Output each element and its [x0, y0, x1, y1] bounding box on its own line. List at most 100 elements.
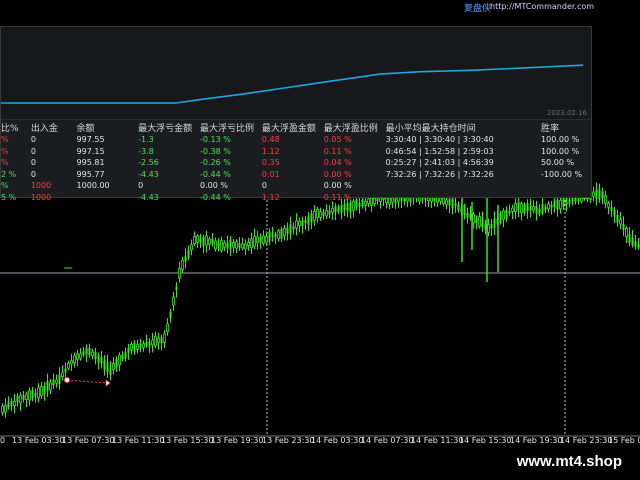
- stats-header-5: 最大浮盈金额: [261, 124, 316, 134]
- candle-body: [7, 402, 10, 408]
- stats-cell: 0.01: [261, 169, 280, 179]
- stats-cell: -0.44 %: [200, 169, 231, 179]
- candle-body: [118, 354, 121, 366]
- candle-body: [454, 203, 457, 207]
- candle-body: [307, 216, 310, 225]
- trade-entry-marker: [64, 377, 70, 383]
- trade-exit-marker: [105, 379, 111, 387]
- stats-cell: 0: [138, 181, 144, 191]
- stats-cell: 0.00 %: [200, 181, 228, 191]
- candle-body: [463, 205, 466, 215]
- stats-cell: -0.44 %: [200, 192, 231, 202]
- watermark: www.mt4.shop: [508, 451, 630, 472]
- equity-curve-chart: 2023.02.16: [1, 27, 591, 120]
- candle-body: [247, 241, 250, 246]
- stats-row: 5 % 1000 -4.43 -0.44 % 1.12 0.11 %: [1, 192, 591, 204]
- stats-cell: 2 %: [1, 169, 17, 179]
- candle-body: [178, 268, 181, 279]
- candle-body: [217, 242, 220, 247]
- time-axis-label: 13 Feb 23:30: [262, 436, 315, 445]
- mtcommander-link[interactable]: http://MTCommander.com: [490, 2, 594, 11]
- candle-body: [529, 205, 532, 210]
- candle-body: [190, 244, 193, 251]
- candle-body: [502, 210, 505, 220]
- candle-body: [97, 355, 100, 363]
- candle-body: [310, 213, 313, 223]
- stats-cell: 0.00 %: [323, 169, 352, 179]
- candle-body: [616, 214, 619, 223]
- candle-body: [136, 344, 139, 350]
- candle-body: [358, 202, 361, 207]
- time-axis-label: 14 Feb 19:30: [510, 436, 563, 445]
- candle-body: [292, 226, 295, 230]
- stats-header-row: 比% 出入金 余额 最大浮亏金额 最大浮亏比例 最大浮盈金额 最大浮盈比例 最小平均最大持仓时…: [1, 121, 591, 134]
- stats-cell: 100.00 %: [541, 135, 580, 145]
- stats-cell: 0:25:27 | 2:41:03 | 4:56:39: [385, 158, 494, 168]
- stats-cell: 0.48: [261, 135, 280, 145]
- candle-body: [193, 236, 196, 244]
- stats-cell: -0.38 %: [200, 146, 231, 156]
- time-axis-label: 0: [0, 436, 6, 445]
- candle-body: [595, 189, 598, 200]
- candle-body: [328, 210, 331, 215]
- stats-table: 比% 出入金 余额 最大浮亏金额 最大浮亏比例 最大浮盈金额 最大浮盈比例 最小平均最大持仓时…: [1, 121, 591, 203]
- candle-body: [127, 347, 130, 353]
- stats-header-1: 出入金: [30, 124, 58, 134]
- time-axis-label: 13 Feb 11:30: [112, 436, 165, 445]
- candle-body: [13, 400, 16, 406]
- candle-body: [256, 236, 259, 244]
- candle-body: [280, 228, 283, 239]
- equity-date-label: 2023.02.16: [546, 109, 587, 117]
- candle-body: [319, 211, 322, 218]
- stats-row: % 0 995.81 -2.56 -0.26 % 0.35 0.04 % 0:25:27 | …: [1, 157, 591, 169]
- candle-body: [235, 241, 238, 249]
- backtest-report-panel: 2023.02.16 比% 出入金 余额 最大浮亏金额 最大浮亏比例 最大浮盈金额 最大浮盈…: [0, 26, 592, 202]
- candle-body: [61, 372, 64, 378]
- stats-cell: 0: [30, 169, 36, 179]
- stats-cell: [386, 180, 535, 192]
- candle-body: [262, 235, 265, 244]
- stats-cell: 0: [261, 181, 267, 191]
- candle-body: [130, 343, 133, 351]
- candle-body: [622, 223, 625, 231]
- candle-body: [229, 240, 232, 250]
- candle-body: [523, 204, 526, 213]
- stats-cell: 997.15: [76, 146, 105, 156]
- stats-cell: -0.26 %: [200, 158, 231, 168]
- candle-body: [73, 355, 76, 363]
- candle-body: [631, 237, 634, 246]
- stats-row: 2 % 0 995.77 -4.43 -0.44 % 0.01 0.00 % 7:32:26 …: [1, 169, 591, 181]
- candle-body: [238, 243, 241, 248]
- candle-body: [121, 355, 124, 360]
- candle-body: [1, 405, 4, 413]
- candle-body: [154, 335, 157, 347]
- stats-cell: -4.43: [138, 192, 159, 202]
- candle-body: [550, 204, 553, 208]
- candle-body: [124, 352, 127, 359]
- candle-body: [532, 206, 535, 211]
- time-axis-label: 14 Feb 07:30: [361, 436, 414, 445]
- stats-cell: 5 %: [1, 192, 17, 202]
- candle-body: [187, 250, 190, 258]
- candle-body: [196, 235, 199, 243]
- candle-body: [226, 242, 229, 249]
- candle-body: [322, 211, 325, 216]
- candle-body: [610, 207, 613, 211]
- candle-body: [115, 358, 118, 368]
- candle-body: [139, 343, 142, 347]
- candle-body: [214, 240, 217, 250]
- stats-cell: -3.8: [138, 146, 154, 156]
- stats-cell: 1.12: [261, 146, 280, 156]
- candle-body: [301, 220, 304, 227]
- stats-cell: %: [1, 181, 9, 191]
- candle-body: [133, 342, 136, 352]
- candle-body: [157, 337, 160, 343]
- candle-body: [148, 341, 151, 347]
- candle-body: [169, 311, 172, 319]
- stats-cell: 0:46:54 | 1:52:58 | 2:59:03: [385, 146, 494, 156]
- candle-body: [184, 256, 187, 262]
- candle-body: [619, 219, 622, 225]
- stats-cell: -1.3: [138, 135, 154, 145]
- stats-cell: 997.55: [76, 135, 105, 145]
- candle-body: [472, 213, 475, 224]
